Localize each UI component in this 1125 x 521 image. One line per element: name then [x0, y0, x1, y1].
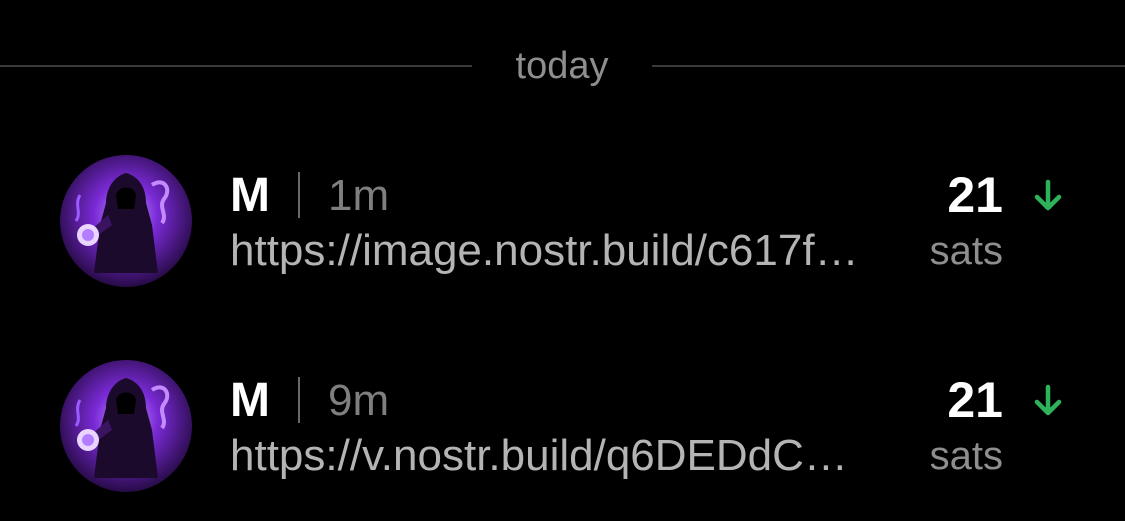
zap-list-item[interactable]: M 9m https://v.nostr.build/q6DEDdC… 21 s… [0, 355, 1125, 495]
date-divider-label: today [515, 45, 609, 87]
zap-unit: sats [929, 229, 1003, 273]
avatar[interactable] [60, 155, 192, 287]
timestamp: 9m [328, 376, 390, 425]
hooded-figure-avatar-icon [60, 155, 192, 287]
sender-name: M [230, 169, 270, 222]
zap-unit: sats [929, 434, 1003, 478]
divider-line-right [652, 65, 1125, 67]
zap-content-link[interactable]: https://image.nostr.build/c617f… [230, 224, 910, 278]
avatar[interactable] [60, 360, 192, 492]
timestamp: 1m [328, 171, 390, 220]
date-divider: today [0, 40, 1125, 92]
hooded-figure-avatar-icon [60, 360, 192, 492]
arrow-down-icon [1034, 384, 1062, 416]
divider-line-left [0, 65, 472, 67]
zap-content-link[interactable]: https://v.nostr.build/q6DEDdC… [230, 429, 910, 483]
sender-name: M [230, 374, 270, 427]
zap-amount: 21 [947, 167, 1003, 223]
zap-amount: 21 [947, 372, 1003, 428]
separator [298, 172, 300, 218]
arrow-down-icon [1034, 179, 1062, 211]
zap-list-item[interactable]: M 1m https://image.nostr.build/c617f… 21… [0, 150, 1125, 290]
separator [298, 377, 300, 423]
